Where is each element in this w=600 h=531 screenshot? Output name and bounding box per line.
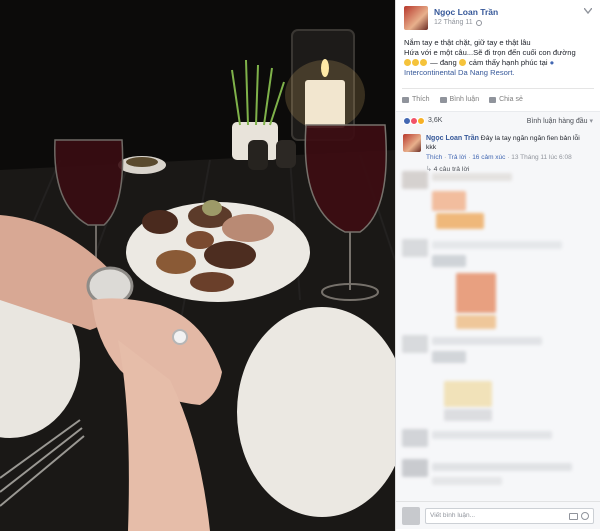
post-text-line-1: Nắm tay e thật chặt, giữ tay e thật lâu xyxy=(404,38,531,47)
reaction-count[interactable]: 3,6K xyxy=(428,117,442,124)
commenter-name[interactable]: Ngọc Loan Trần xyxy=(426,135,479,142)
emoji-icon xyxy=(404,59,411,66)
feeling-emoji-icon xyxy=(458,59,466,66)
share-button[interactable]: Chia sẻ xyxy=(489,96,523,103)
location-pin-icon: ● xyxy=(549,58,555,67)
like-button[interactable]: Thích xyxy=(402,96,430,103)
emoji-icon xyxy=(412,59,419,66)
camera-icon[interactable] xyxy=(569,513,578,520)
comment-text-line-2: kkk xyxy=(426,144,437,151)
post-date-text[interactable]: 12 Tháng 11 xyxy=(434,19,473,26)
location-link[interactable]: Intercontinental Da Nang Resort. xyxy=(404,68,592,78)
post-sidebar: Ngọc Loan Trần 12 Tháng 11 Nắm tay e thậ… xyxy=(395,0,600,531)
post-photo[interactable] xyxy=(0,0,395,531)
comment-text-line-1: Đây la tay ngăn ngăn fien bản lỗi xyxy=(480,135,580,142)
post-text: Nắm tay e thật chặt, giữ tay e thật lâu … xyxy=(396,34,600,78)
like-icon xyxy=(402,96,409,103)
candle-flame xyxy=(321,59,329,77)
comment-icon xyxy=(439,96,447,103)
emoji-picker-icon[interactable] xyxy=(581,512,589,520)
composer-avatar xyxy=(402,506,420,525)
comments-section: Ngọc Loan Trần Đây la tay ngăn ngăn fien… xyxy=(396,129,600,529)
sort-label: Bình luận hàng đầu xyxy=(526,117,588,125)
post-actions: Thích Bình luận Chia sẻ xyxy=(402,88,594,105)
comment-meta: Thích · Trả lời · 16 cảm xúc · 13 Tháng … xyxy=(426,154,572,161)
replies-label: 4 câu trả lời xyxy=(433,166,470,173)
post-date[interactable]: 12 Tháng 11 xyxy=(434,19,482,26)
salt-shaker xyxy=(248,140,268,170)
diamond-ring xyxy=(172,329,188,345)
share-label: Chia sẻ xyxy=(499,96,523,103)
comment-like-link[interactable]: Thích xyxy=(426,154,442,161)
pepper-shaker xyxy=(276,140,296,168)
caret-down-icon: ▾ xyxy=(589,117,593,125)
candle xyxy=(305,80,345,128)
author-name[interactable]: Ngọc Loan Trần xyxy=(434,7,498,17)
comment-body: Ngọc Loan Trần Đây la tay ngăn ngăn fien… xyxy=(426,134,580,162)
wow-reaction-icon xyxy=(417,116,425,125)
post-text-line-3: — đang cảm thấy hạnh phúc tại ● xyxy=(404,58,592,68)
emoji-icon xyxy=(420,59,427,66)
comment-button[interactable]: Bình luận xyxy=(439,96,480,103)
photo-illustration xyxy=(0,0,395,531)
post-header: Ngọc Loan Trần 12 Tháng 11 xyxy=(396,0,600,34)
comment-composer xyxy=(396,501,600,529)
comment-item: Ngọc Loan Trần Đây la tay ngăn ngăn fien… xyxy=(396,129,600,162)
reactions-bar: 3,6K Bình luận hàng đầu ▾ xyxy=(396,111,600,129)
comment-sort-dropdown[interactable]: Bình luận hàng đầu ▾ xyxy=(527,117,593,125)
post-text-line-2: Hứa với e một câu...Sẽ đi trọn đến cuối … xyxy=(404,48,576,57)
globe-icon xyxy=(475,19,482,26)
commenter-avatar[interactable] xyxy=(403,134,421,152)
comment-reply-link[interactable]: Trả lời xyxy=(448,154,466,161)
tag-dash: — đang xyxy=(430,58,457,67)
chevron-down-icon[interactable] xyxy=(584,8,592,14)
share-icon xyxy=(489,96,497,103)
comment-label: Bình luận xyxy=(449,96,480,103)
post-header-text: Ngọc Loan Trần 12 Tháng 11 xyxy=(434,6,498,26)
feeling-text: cảm thấy hạnh phúc tại xyxy=(468,58,548,67)
comment-time[interactable]: 13 Tháng 11 lúc 6:08 xyxy=(511,154,571,161)
author-avatar[interactable] xyxy=(404,6,428,30)
like-label: Thích xyxy=(412,96,430,103)
comment-reactions-link[interactable]: 16 cảm xúc xyxy=(472,154,505,161)
